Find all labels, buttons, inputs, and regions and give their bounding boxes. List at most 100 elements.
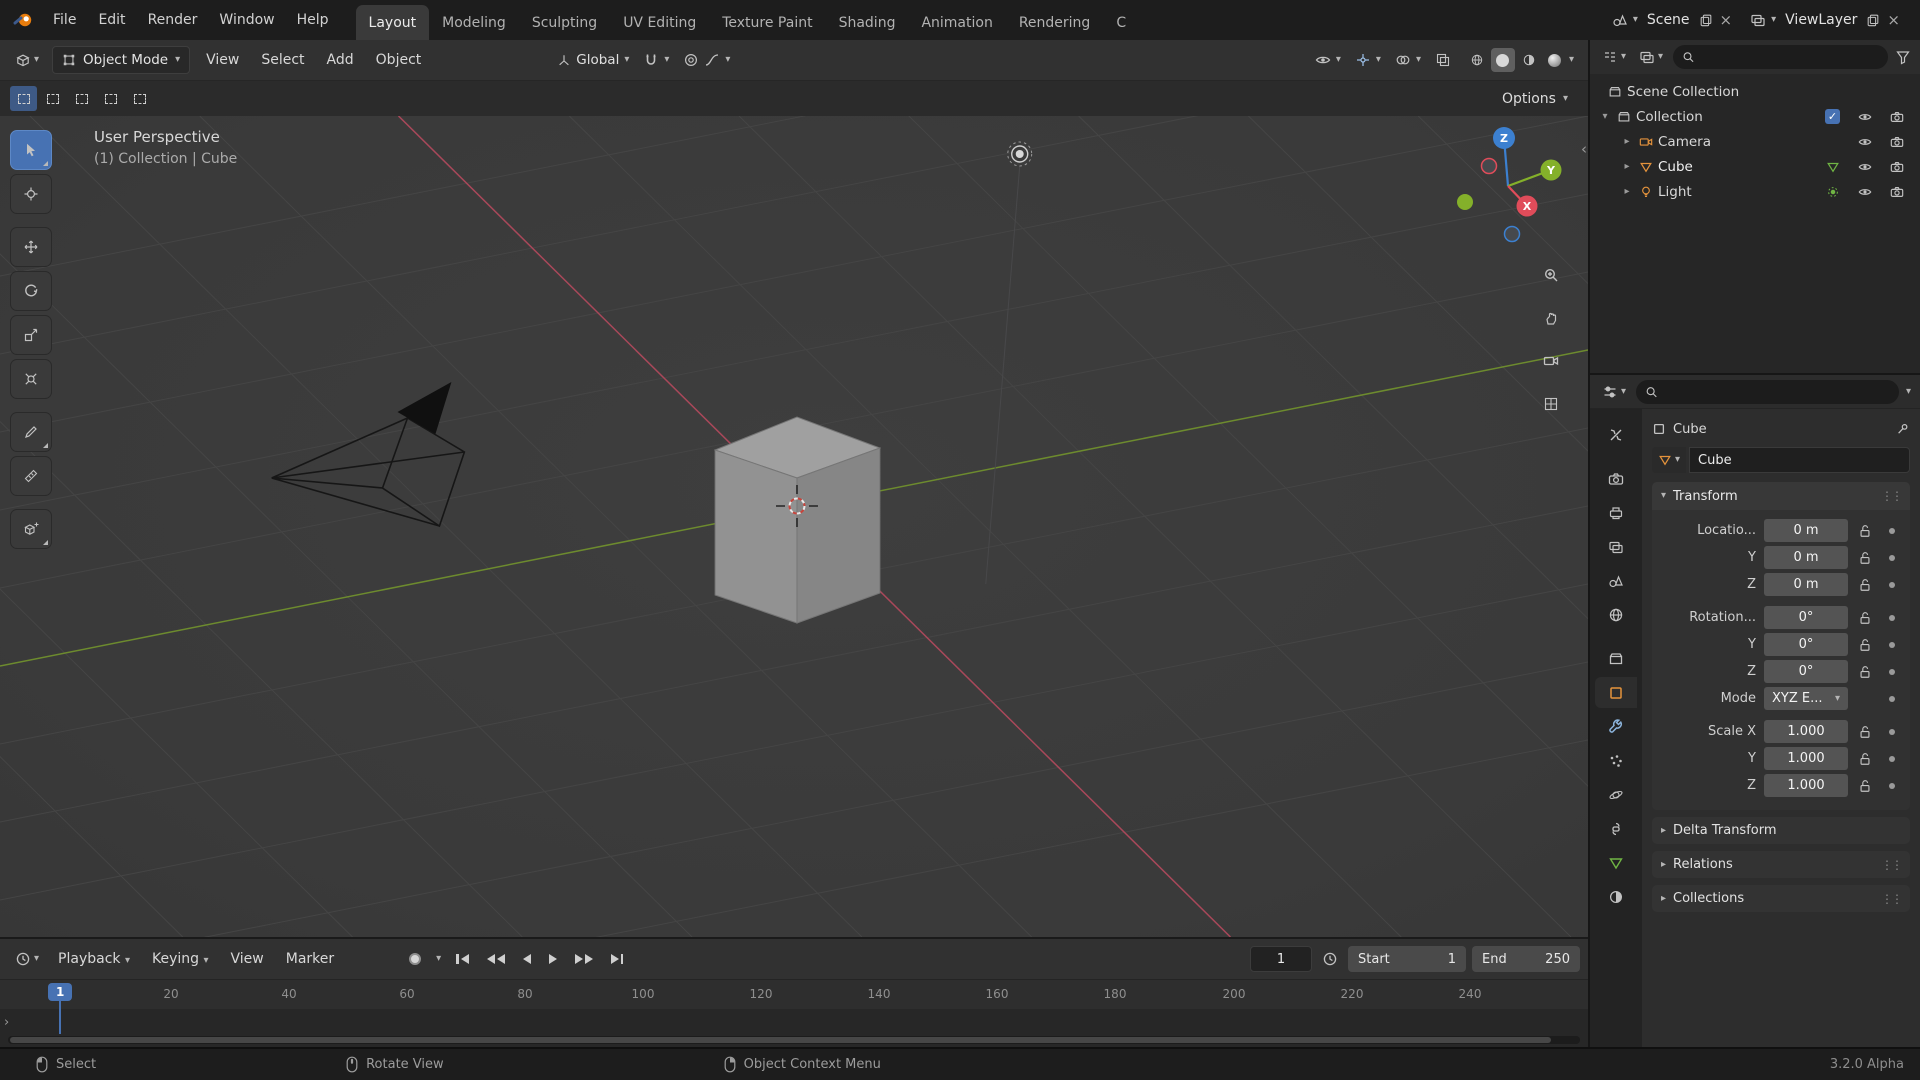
tab-tool[interactable] [1595, 419, 1637, 450]
view-layer-dropdown-chevron[interactable]: ▾ [1771, 15, 1776, 25]
collections-panel[interactable]: ▸ Collections ⋮⋮ [1652, 885, 1910, 912]
region-collapse-arrow[interactable]: ‹ [1581, 140, 1587, 158]
breadcrumb-object-name[interactable]: Cube [1673, 422, 1707, 437]
channel-expand-arrow[interactable]: › [4, 1015, 9, 1030]
scale-x-field[interactable]: 1.000 [1764, 720, 1848, 743]
cursor-tool[interactable] [10, 174, 52, 214]
properties-editor-type-button[interactable]: ▾ [1599, 377, 1629, 407]
transform-tool[interactable] [10, 359, 52, 399]
outliner-search-input[interactable] [1700, 49, 1879, 65]
workspace-tab-compositing-clipped[interactable]: C [1103, 5, 1139, 40]
menu-edit[interactable]: Edit [87, 0, 136, 40]
workspace-tab-shading[interactable]: Shading [826, 5, 909, 40]
hide-eye-icon[interactable] [1858, 185, 1872, 199]
tab-particles[interactable] [1595, 745, 1637, 776]
zoom-button[interactable] [1536, 260, 1566, 290]
timeline-track-area[interactable]: › [0, 1009, 1588, 1047]
select-mode-set-button[interactable] [10, 86, 37, 111]
menu-file[interactable]: File [42, 0, 87, 40]
animate-dot[interactable] [1889, 581, 1895, 588]
new-scene-icon[interactable] [1699, 13, 1713, 27]
transform-panel-header[interactable]: ▾ Transform ⋮⋮ [1652, 482, 1910, 510]
frame-start-field[interactable]: Start 1 [1348, 946, 1466, 972]
tab-collection[interactable] [1595, 643, 1637, 674]
current-frame-marker[interactable]: 1 [48, 983, 73, 1034]
collection-disclosure[interactable]: ▾ [1598, 111, 1612, 122]
tab-constraints[interactable] [1595, 813, 1637, 844]
scene-name[interactable]: Scene [1643, 12, 1694, 28]
camera-view-button[interactable] [1536, 346, 1566, 376]
lock-icon[interactable] [1858, 665, 1872, 679]
view-layer-name[interactable]: ViewLayer [1781, 12, 1861, 28]
scrollbar-thumb[interactable] [10, 1037, 1551, 1043]
select-mode-intersect-button[interactable] [126, 86, 153, 111]
timeline-scrollbar[interactable] [8, 1036, 1580, 1044]
rotation-z-field[interactable]: 0° [1764, 660, 1848, 683]
location-y-field[interactable]: 0 m [1764, 546, 1848, 569]
tab-material[interactable] [1595, 881, 1637, 912]
gizmo-neg-z[interactable] [1503, 225, 1521, 243]
prev-keyframe-button[interactable] [484, 950, 508, 968]
camera-object[interactable] [271, 382, 466, 528]
shading-dropdown-chevron[interactable]: ▾ [1569, 55, 1574, 65]
pan-button[interactable] [1536, 303, 1566, 333]
play-reverse-button[interactable] [520, 950, 534, 968]
scale-y-field[interactable]: 1.000 [1764, 747, 1848, 770]
animate-dot[interactable] [1889, 641, 1895, 648]
annotate-tool[interactable] [10, 412, 52, 452]
outliner-display-mode-button[interactable]: ▾ [1636, 42, 1666, 72]
outliner-search[interactable] [1673, 45, 1888, 69]
view-layer-icon[interactable] [1750, 12, 1766, 28]
render-visibility-icon[interactable] [1890, 160, 1904, 174]
timeline-ruler[interactable]: 20 40 60 80 100 120 140 160 180 200 220 … [0, 979, 1588, 1009]
workspace-tab-texture-paint[interactable]: Texture Paint [709, 5, 825, 40]
select-mode-subtract-button[interactable] [68, 86, 95, 111]
falloff-curve-icon[interactable] [704, 52, 720, 68]
timeline-editor-type-button[interactable]: ▾ [8, 944, 46, 974]
render-visibility-icon[interactable] [1890, 185, 1904, 199]
editor-type-button[interactable]: ▾ [8, 45, 46, 75]
properties-search[interactable] [1636, 379, 1899, 404]
panel-drag-dots[interactable]: ⋮⋮ [1881, 858, 1903, 872]
menu-marker[interactable]: Marker [276, 951, 344, 967]
menu-object[interactable]: Object [366, 52, 432, 68]
proportional-editing-icon[interactable] [683, 52, 699, 68]
select-mode-extend-button[interactable] [39, 86, 66, 111]
rotate-tool[interactable] [10, 271, 52, 311]
hide-eye-icon[interactable] [1858, 110, 1872, 124]
animate-dot[interactable] [1889, 728, 1895, 735]
menu-keying[interactable]: Keying ▾ [142, 951, 219, 967]
object-type-visibility-dropdown[interactable]: ▾ [1309, 52, 1347, 68]
lock-icon[interactable] [1858, 524, 1872, 538]
outliner-row-cube[interactable]: ▸ Cube [1590, 154, 1920, 179]
jump-to-end-button[interactable] [608, 950, 627, 968]
jump-to-start-button[interactable] [453, 950, 472, 968]
rotation-x-field[interactable]: 0° [1764, 606, 1848, 629]
tab-view-layer[interactable] [1595, 531, 1637, 562]
hide-eye-icon[interactable] [1858, 135, 1872, 149]
lock-icon[interactable] [1858, 779, 1872, 793]
scale-z-field[interactable]: 1.000 [1764, 774, 1848, 797]
select-mode-invert-button[interactable] [97, 86, 124, 111]
lock-icon[interactable] [1858, 551, 1872, 565]
menu-view[interactable]: View [196, 52, 249, 68]
relations-panel[interactable]: ▸ Relations ⋮⋮ [1652, 851, 1910, 878]
scene-dropdown-chevron[interactable]: ▾ [1633, 15, 1638, 25]
outliner-editor-type-button[interactable]: ▾ [1599, 42, 1629, 72]
animate-dot[interactable] [1889, 668, 1895, 675]
render-visibility-icon[interactable] [1890, 110, 1904, 124]
viewport-options-button[interactable]: Options ▾ [1492, 87, 1578, 111]
rotation-y-field[interactable]: 0° [1764, 633, 1848, 656]
measure-tool[interactable] [10, 456, 52, 496]
add-cube-tool[interactable] [10, 509, 52, 549]
panel-drag-dots[interactable]: ⋮⋮ [1881, 892, 1903, 906]
tab-modifiers[interactable] [1595, 711, 1637, 742]
location-z-field[interactable]: 0 m [1764, 573, 1848, 596]
play-button[interactable] [546, 950, 560, 968]
keying-set-chevron[interactable]: ▾ [436, 954, 441, 964]
scale-tool[interactable] [10, 315, 52, 355]
unlink-scene-icon[interactable]: × [1718, 12, 1735, 28]
cube-disclosure[interactable]: ▸ [1620, 161, 1634, 172]
menu-window[interactable]: Window [208, 0, 285, 40]
lock-icon[interactable] [1858, 752, 1872, 766]
